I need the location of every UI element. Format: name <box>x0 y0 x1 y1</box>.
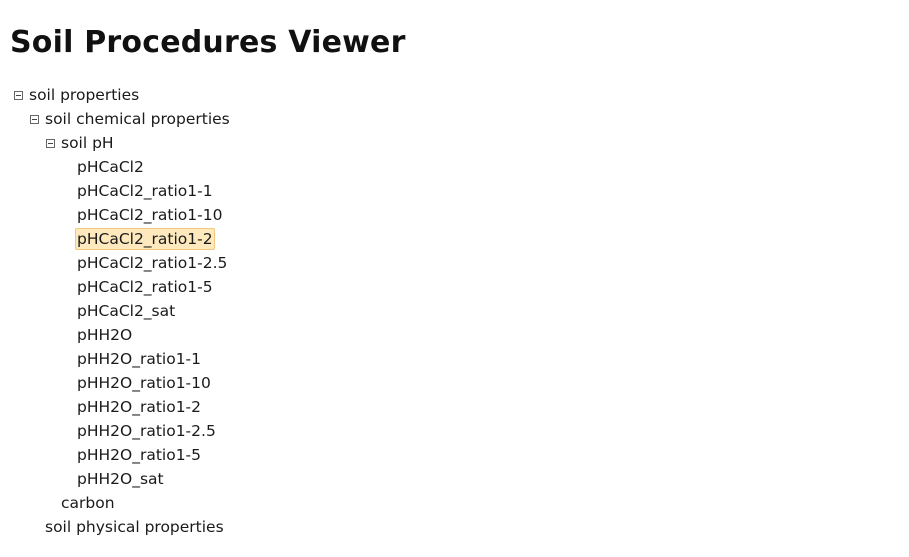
tree-leaf-label[interactable]: pHCaCl2_ratio1-5 <box>76 276 214 298</box>
tree-leaf-label[interactable]: pHCaCl2_ratio1-10 <box>76 204 223 226</box>
page-title: Soil Procedures Viewer <box>10 25 406 60</box>
tree-leaf-label[interactable]: pHH2O_ratio1-10 <box>76 372 212 394</box>
selected-tree-leaf-label[interactable]: pHCaCl2_ratio1-2 <box>75 228 215 250</box>
collapse-toggle-icon[interactable] <box>30 115 39 124</box>
tree-leaf-label[interactable]: pHH2O <box>76 324 133 346</box>
tree-leaf-label[interactable]: pHCaCl2_sat <box>76 300 176 322</box>
collapse-toggle-icon[interactable] <box>14 91 23 100</box>
collapse-toggle-icon[interactable] <box>46 139 55 148</box>
tree-node-label[interactable]: soil chemical properties <box>44 108 231 130</box>
tree-leaf-label[interactable]: pHCaCl2_ratio1-1 <box>76 180 214 202</box>
tree-leaf-label[interactable]: pHH2O_ratio1-5 <box>76 444 202 466</box>
tree-node-label[interactable]: soil properties <box>28 84 140 106</box>
tree-node-label[interactable]: soil pH <box>60 132 115 154</box>
tree-leaf-label[interactable]: pHCaCl2 <box>76 156 145 178</box>
tree-leaf-label[interactable]: pHH2O_ratio1-2.5 <box>76 420 217 442</box>
tree-leaf-label[interactable]: pHH2O_ratio1-2 <box>76 396 202 418</box>
tree-leaf-label[interactable]: pHH2O_ratio1-1 <box>76 348 202 370</box>
tree-leaf-label[interactable]: pHH2O_sat <box>76 468 165 490</box>
tree-node-label[interactable]: soil physical properties <box>44 516 225 538</box>
tree-node-label[interactable]: carbon <box>60 492 116 514</box>
tree-leaf-label[interactable]: pHCaCl2_ratio1-2.5 <box>76 252 228 274</box>
